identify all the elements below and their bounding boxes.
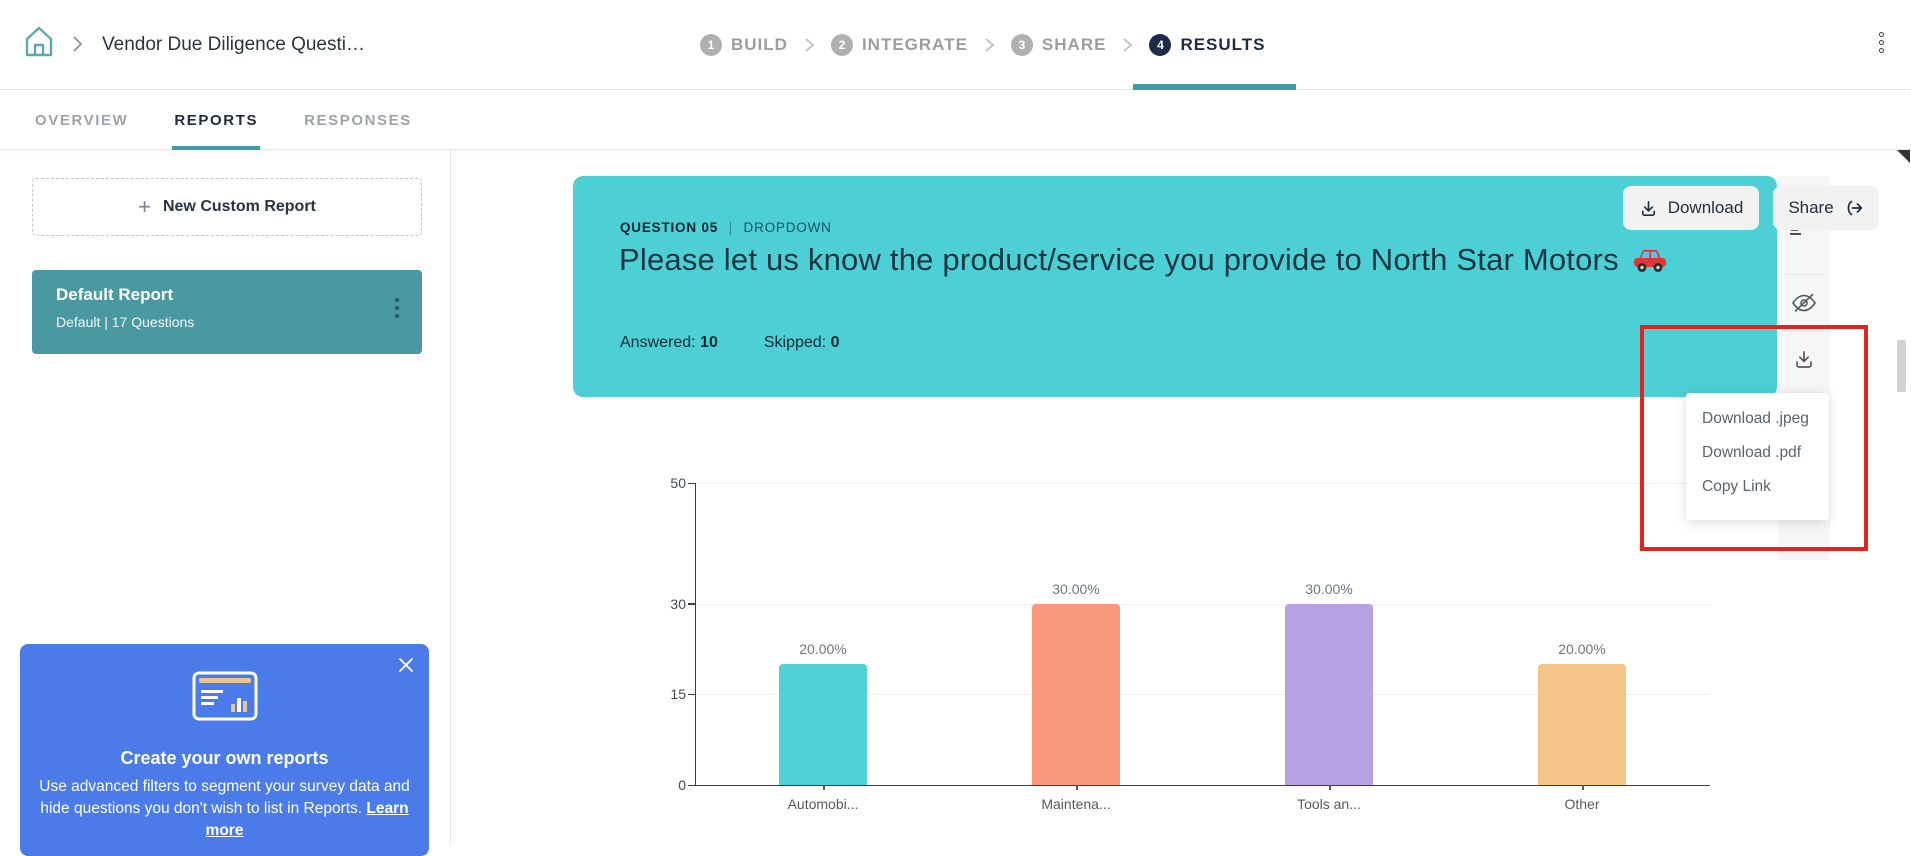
bar-group-tools: 30.00% Tools an...: [1285, 484, 1373, 785]
step-share[interactable]: 3 SHARE: [1011, 0, 1107, 90]
bar-category-label: Tools an...: [1297, 796, 1361, 812]
x-axis-tick: [1329, 785, 1331, 790]
bar: [1538, 664, 1626, 785]
bar: [1285, 604, 1373, 785]
chevron-right-icon: [984, 37, 995, 53]
step-number-badge: 3: [1011, 34, 1033, 56]
step-build[interactable]: 1 BUILD: [700, 0, 788, 90]
bar-value-label: 30.00%: [1305, 581, 1352, 597]
y-axis-label: 50: [656, 475, 686, 491]
wizard-steps: 1 BUILD 2 INTEGRATE 3 SHARE 4 RESULTS: [700, 0, 1266, 90]
x-axis-tick: [1076, 785, 1078, 790]
scrollbar-thumb[interactable]: [1897, 340, 1906, 392]
step-integrate[interactable]: 2 INTEGRATE: [831, 0, 968, 90]
step-number-badge: 2: [831, 34, 853, 56]
promo-body: Use advanced filters to segment your sur…: [34, 776, 415, 842]
step-number-badge: 1: [700, 34, 722, 56]
bar: [1032, 604, 1120, 785]
question-title: Please let us know the product/service y…: [619, 242, 1739, 278]
bar: [779, 664, 867, 785]
reports-sidebar: + New Custom Report Default Report Defau…: [0, 150, 451, 846]
bar-category-label: Maintena...: [1041, 796, 1110, 812]
answered-count: 10: [700, 334, 718, 351]
scroll-up-arrow[interactable]: [1897, 150, 1910, 163]
bar-group-automobile: 20.00% Automobi...: [779, 484, 867, 785]
breadcrumb: Vendor Due Diligence Questi…: [102, 34, 365, 56]
question-stats: Answered: 10 Skipped: 0: [620, 334, 839, 352]
chevron-right-icon: [1122, 37, 1133, 53]
x-axis-tick: [1582, 785, 1584, 790]
report-subtitle: Default | 17 Questions: [56, 314, 194, 330]
header-kebab-menu-icon[interactable]: [1873, 32, 1889, 60]
close-icon[interactable]: [397, 656, 415, 674]
breadcrumb-chevron-icon: [70, 34, 84, 54]
chevron-right-icon: [804, 37, 815, 53]
y-axis-tick: [688, 603, 696, 605]
tab-reports[interactable]: REPORTS: [174, 90, 258, 150]
bar-value-label: 20.00%: [1558, 641, 1605, 657]
question-meta: QUESTION 05 | DROPDOWN: [620, 220, 832, 235]
car-emoji-icon: [1631, 246, 1669, 274]
skipped-count: 0: [831, 334, 840, 351]
y-axis-label: 30: [656, 596, 686, 612]
step-results[interactable]: 4 RESULTS: [1149, 0, 1265, 90]
y-axis-tick: [688, 483, 696, 485]
question-card: QUESTION 05 | DROPDOWN Please let us kno…: [573, 176, 1777, 397]
bar-group-maintenance: 30.00% Maintena...: [1032, 484, 1120, 785]
top-header: Vendor Due Diligence Questi… 1 BUILD 2 I…: [0, 0, 1911, 90]
bar-value-label: 20.00%: [799, 641, 846, 657]
report-kebab-menu-icon[interactable]: [390, 298, 404, 326]
tab-bar: OVERVIEW REPORTS RESPONSES Download Shar…: [0, 90, 1911, 150]
tab-overview[interactable]: OVERVIEW: [35, 90, 128, 150]
bar-value-label: 30.00%: [1052, 581, 1099, 597]
download-icon: [1639, 199, 1658, 218]
report-title: Default Report: [56, 285, 173, 305]
promo-card: Create your own reports Use advanced fil…: [20, 644, 429, 856]
default-report-card[interactable]: Default Report Default | 17 Questions: [32, 270, 422, 354]
y-axis-label: 15: [656, 686, 686, 702]
home-icon[interactable]: [22, 24, 56, 60]
menu-item-download-jpeg[interactable]: Download .jpeg: [1686, 402, 1829, 436]
bar-chart: 20.00% Automobi... 30.00% Maintena... 30…: [695, 484, 1710, 786]
share-button[interactable]: Share: [1773, 186, 1879, 230]
bar-group-other: 20.00% Other: [1538, 484, 1626, 785]
download-context-menu: Download .jpeg Download .pdf Copy Link: [1686, 393, 1829, 520]
bar-category-label: Automobi...: [788, 796, 859, 812]
menu-item-copy-link[interactable]: Copy Link: [1686, 470, 1829, 504]
menu-item-download-pdf[interactable]: Download .pdf: [1686, 436, 1829, 470]
plus-icon: +: [138, 194, 151, 220]
tab-responses[interactable]: RESPONSES: [304, 90, 412, 150]
download-chart-icon[interactable]: [1778, 332, 1830, 388]
x-axis-tick: [823, 785, 825, 790]
promo-title: Create your own reports: [20, 748, 429, 769]
report-board-icon: [191, 670, 259, 722]
y-axis-tick: [688, 694, 696, 696]
hide-question-icon[interactable]: [1778, 275, 1830, 331]
y-axis-label: 0: [656, 777, 686, 793]
bar-category-label: Other: [1564, 796, 1599, 812]
y-axis-tick: [688, 785, 696, 787]
download-button[interactable]: Download: [1623, 186, 1759, 230]
new-custom-report-button[interactable]: + New Custom Report: [32, 178, 422, 236]
step-number-badge: 4: [1149, 34, 1171, 56]
share-icon: [1844, 198, 1864, 218]
